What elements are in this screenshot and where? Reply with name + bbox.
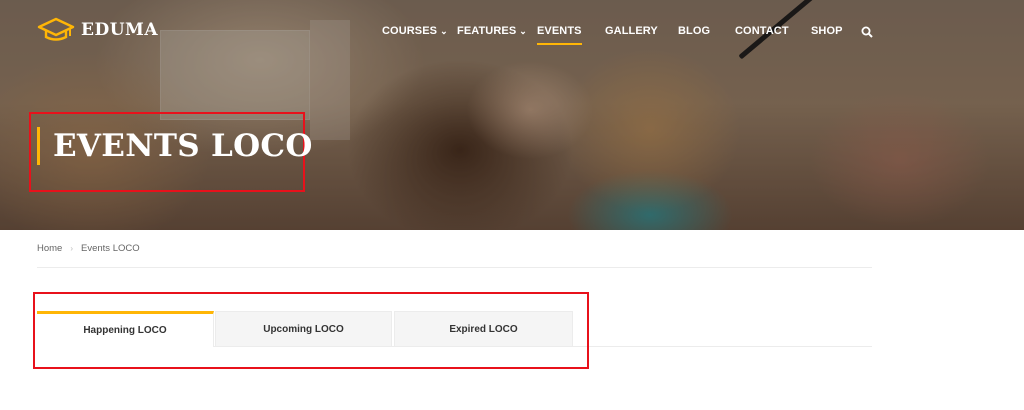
breadcrumb-divider (37, 267, 872, 268)
nav-contact[interactable]: CONTACT (735, 25, 789, 37)
search-icon[interactable] (861, 25, 873, 43)
nav-blog[interactable]: BLOG (678, 25, 710, 37)
active-nav-underline (537, 43, 582, 45)
nav-features[interactable]: FEATURES ⌄ (457, 25, 527, 37)
nav-blog-label: BLOG (678, 25, 711, 37)
title-accent-bar (37, 127, 40, 165)
nav-events[interactable]: EVENTS (537, 25, 582, 45)
nav-gallery-label: GALLERY (605, 25, 658, 37)
tabs-highlight-box (33, 292, 589, 369)
page-title: EVENTS LOCO (53, 128, 313, 164)
nav-gallery[interactable]: GALLERY (605, 25, 658, 37)
nav-features-label: FEATURES (457, 25, 517, 37)
breadcrumb-home[interactable]: Home (37, 243, 62, 254)
nav-shop[interactable]: SHOP (811, 25, 843, 37)
nav-events-label: EVENTS (537, 25, 582, 37)
breadcrumb-separator-icon: › (70, 244, 74, 253)
nav-courses-label: COURSES (382, 25, 438, 37)
breadcrumb-current: Events LOCO (81, 243, 140, 254)
nav-shop-label: SHOP (811, 25, 843, 37)
nav-contact-label: CONTACT (735, 25, 789, 37)
chevron-down-icon: ⌄ (519, 25, 527, 36)
nav-courses[interactable]: COURSES ⌄ (382, 25, 448, 37)
breadcrumb: Home › Events LOCO (37, 243, 140, 254)
chevron-down-icon: ⌄ (440, 25, 448, 36)
